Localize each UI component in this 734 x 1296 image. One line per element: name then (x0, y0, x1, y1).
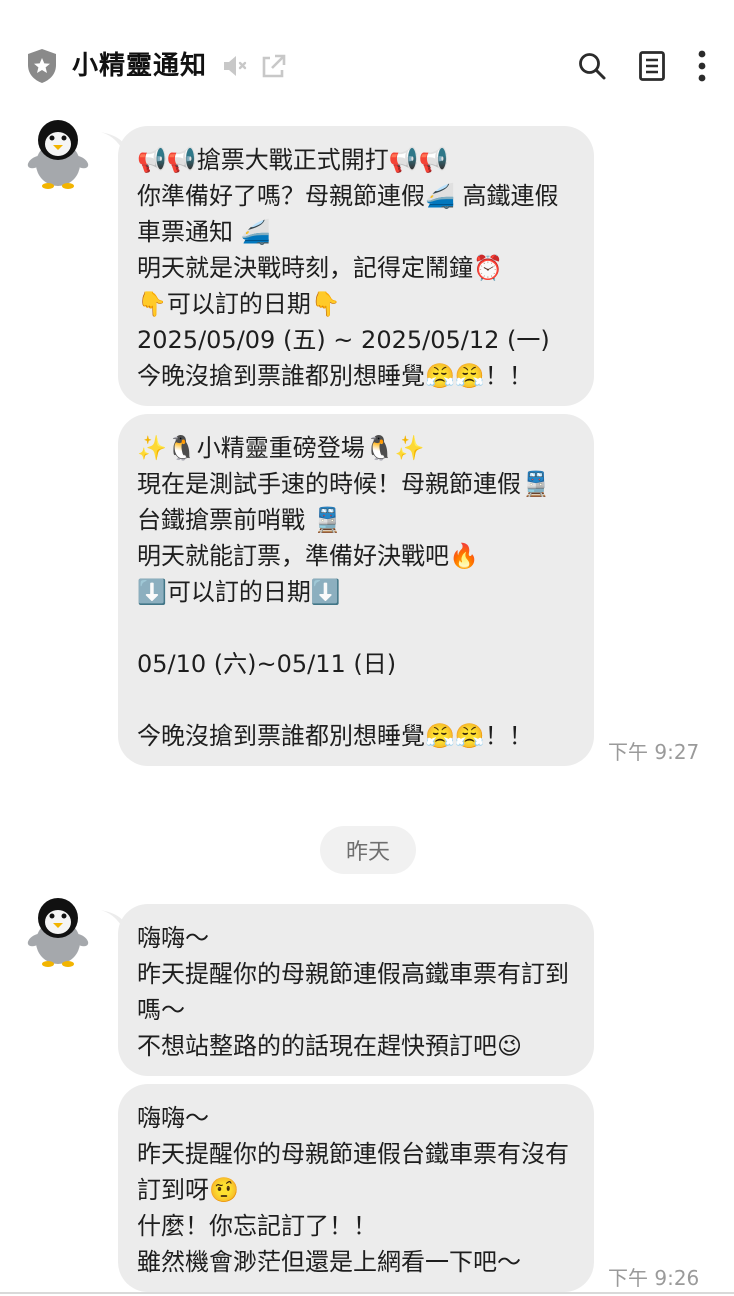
search-button[interactable] (572, 46, 612, 86)
message-bubble[interactable]: 📢📢搶票大戰正式開打📢📢 你準備好了嗎？母親節連假🚄 高鐵連假車票通知 🚄 明天… (118, 126, 594, 406)
notes-icon (639, 51, 665, 81)
message-bubble[interactable]: ✨🐧小精靈重磅登場🐧✨ 現在是測試手速的時候！母親節連假🚆 台鐵搶票前哨戰 🚆 … (118, 414, 594, 766)
input-divider (0, 1292, 734, 1294)
speaker-muted-icon (224, 56, 247, 76)
more-vertical-icon (698, 50, 706, 82)
message-bubble[interactable]: 嗨嗨～ 昨天提醒你的母親節連假高鐵車票有訂到嗎～ 不想站整路的的話現在趕快預訂吧… (118, 904, 594, 1076)
search-icon (579, 53, 606, 80)
external-link-icon[interactable] (258, 52, 288, 82)
shield-star-icon (28, 49, 56, 83)
date-separator: 昨天 (320, 826, 416, 874)
penguin-avatar-icon[interactable] (22, 896, 94, 968)
chat-title: 小精靈通知 (72, 51, 208, 81)
chat-header: 小精靈通知 (0, 0, 734, 130)
notes-button[interactable] (632, 46, 672, 86)
message-bubble[interactable]: 嗨嗨～ 昨天提醒你的母親節連假台鐵車票有沒有訂到呀🤨 什麼！你忘記訂了！！ 雖然… (118, 1084, 594, 1292)
message-timestamp: 下午 9:27 (608, 740, 700, 764)
message-timestamp: 下午 9:26 (608, 1266, 700, 1290)
penguin-avatar-icon[interactable] (22, 118, 94, 190)
more-options-button[interactable] (682, 46, 722, 86)
